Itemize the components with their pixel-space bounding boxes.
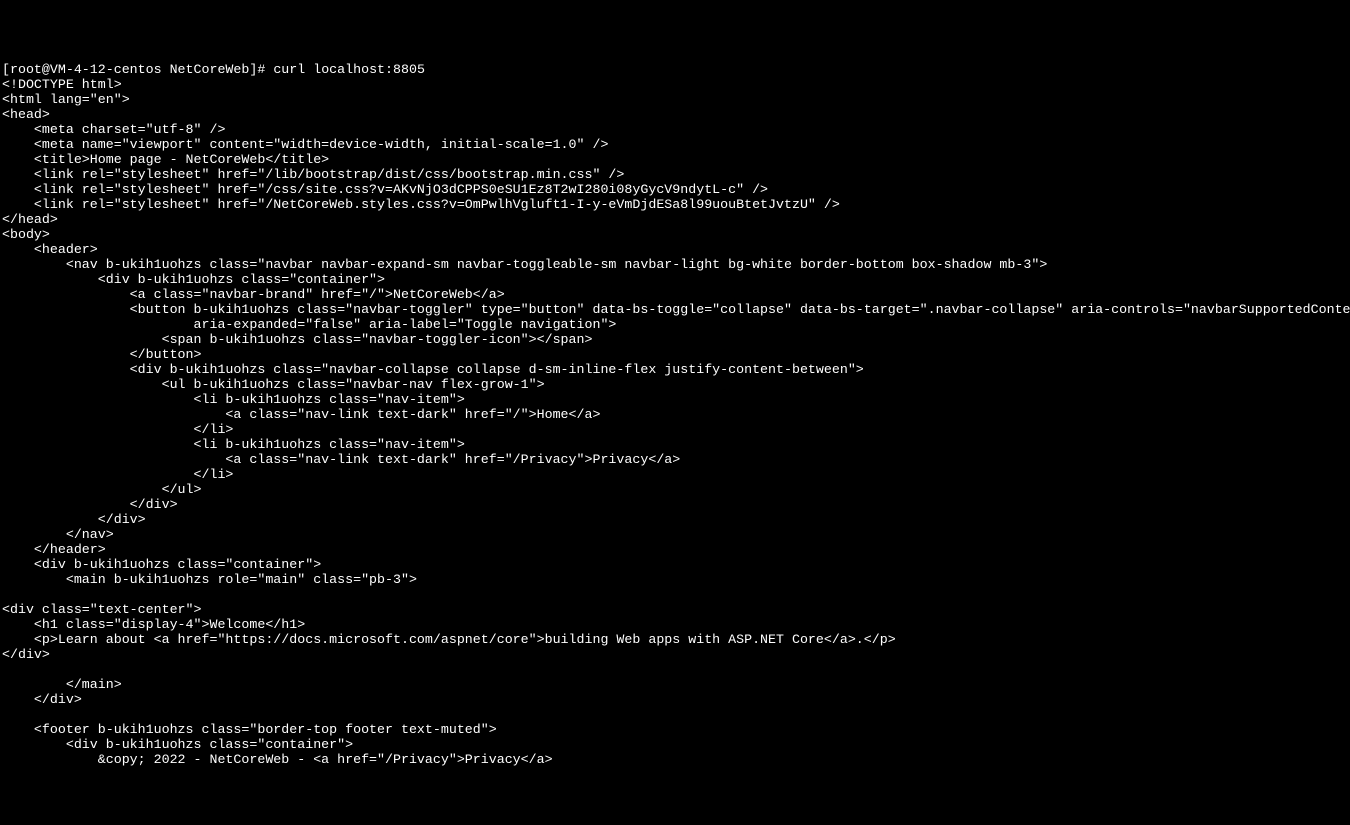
command-output: <!DOCTYPE html> <html lang="en"> <head> …: [2, 77, 1350, 767]
command-text: curl localhost:8805: [273, 62, 425, 77]
command-line: [root@VM-4-12-centos NetCoreWeb]# curl l…: [2, 62, 1348, 77]
terminal[interactable]: [root@VM-4-12-centos NetCoreWeb]# curl l…: [0, 60, 1350, 765]
shell-prompt: [root@VM-4-12-centos NetCoreWeb]#: [2, 62, 273, 77]
